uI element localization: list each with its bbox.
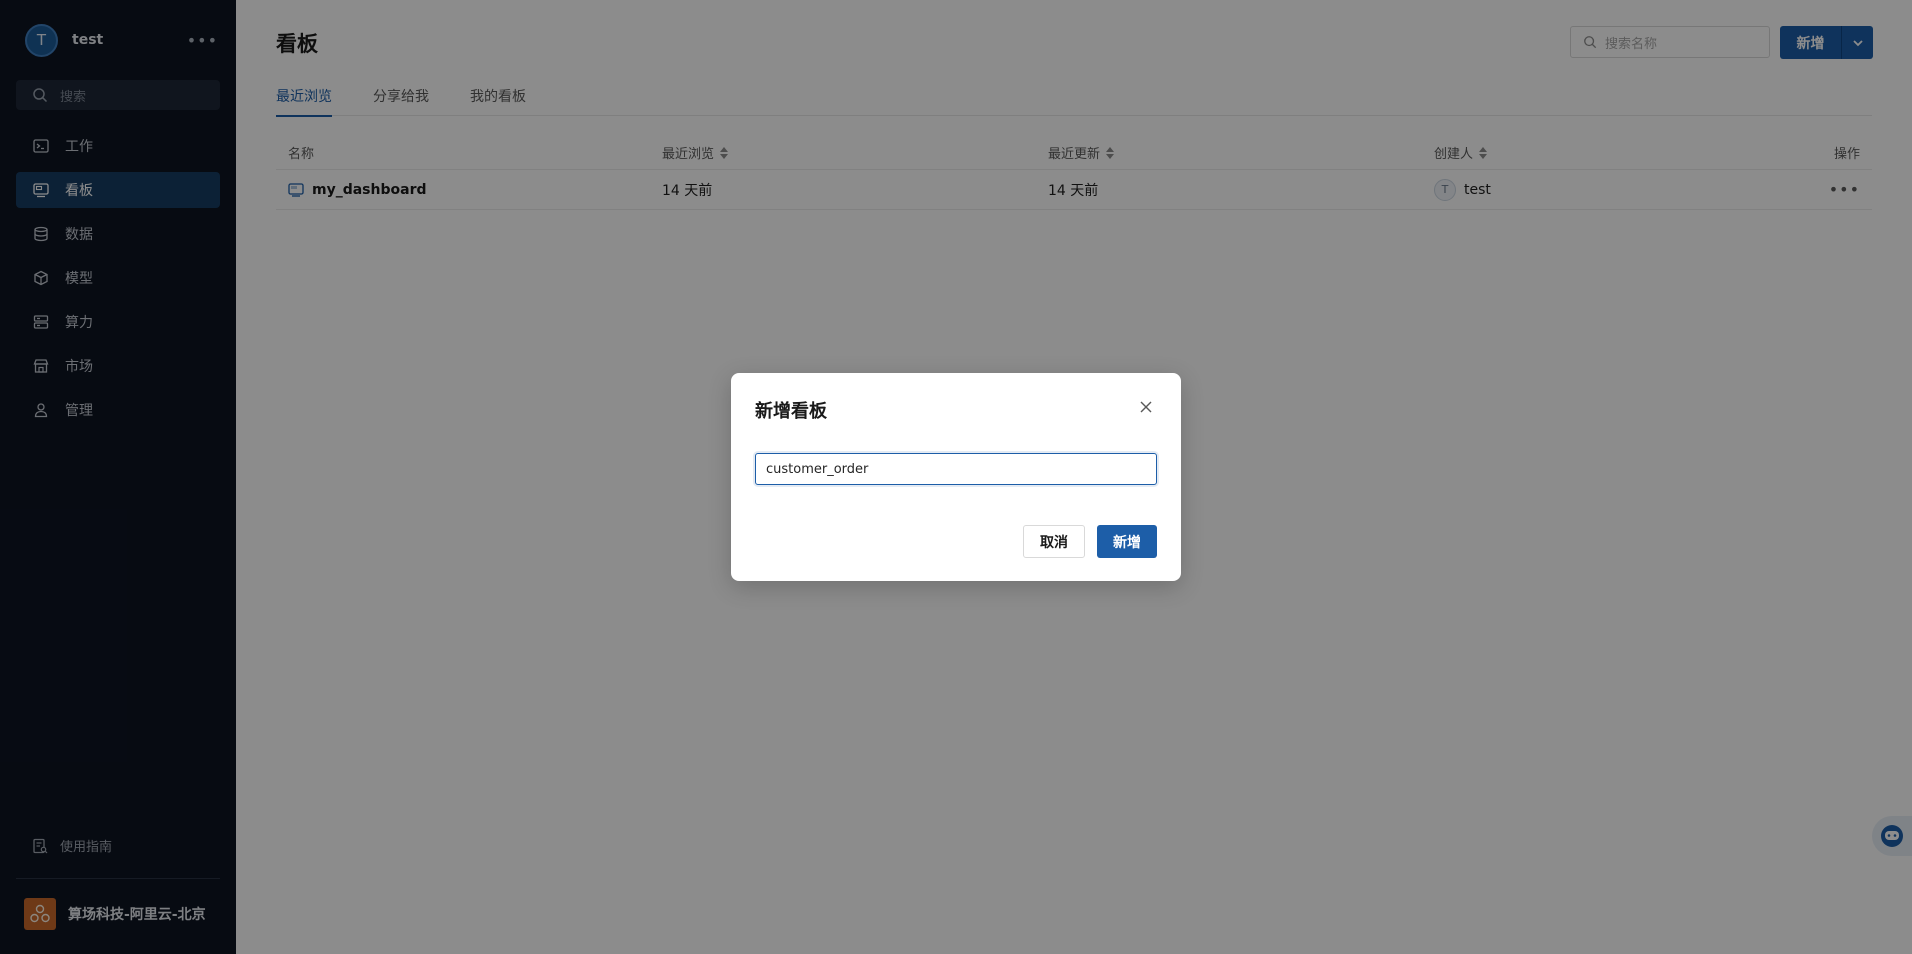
new-dashboard-dialog: 新增看板 取消 新增 (731, 373, 1181, 581)
confirm-new-button[interactable]: 新增 (1097, 525, 1157, 558)
dashboard-name-input[interactable] (755, 453, 1157, 485)
close-icon[interactable] (1139, 399, 1153, 413)
cancel-button[interactable]: 取消 (1023, 525, 1085, 558)
dialog-title: 新增看板 (755, 401, 827, 422)
